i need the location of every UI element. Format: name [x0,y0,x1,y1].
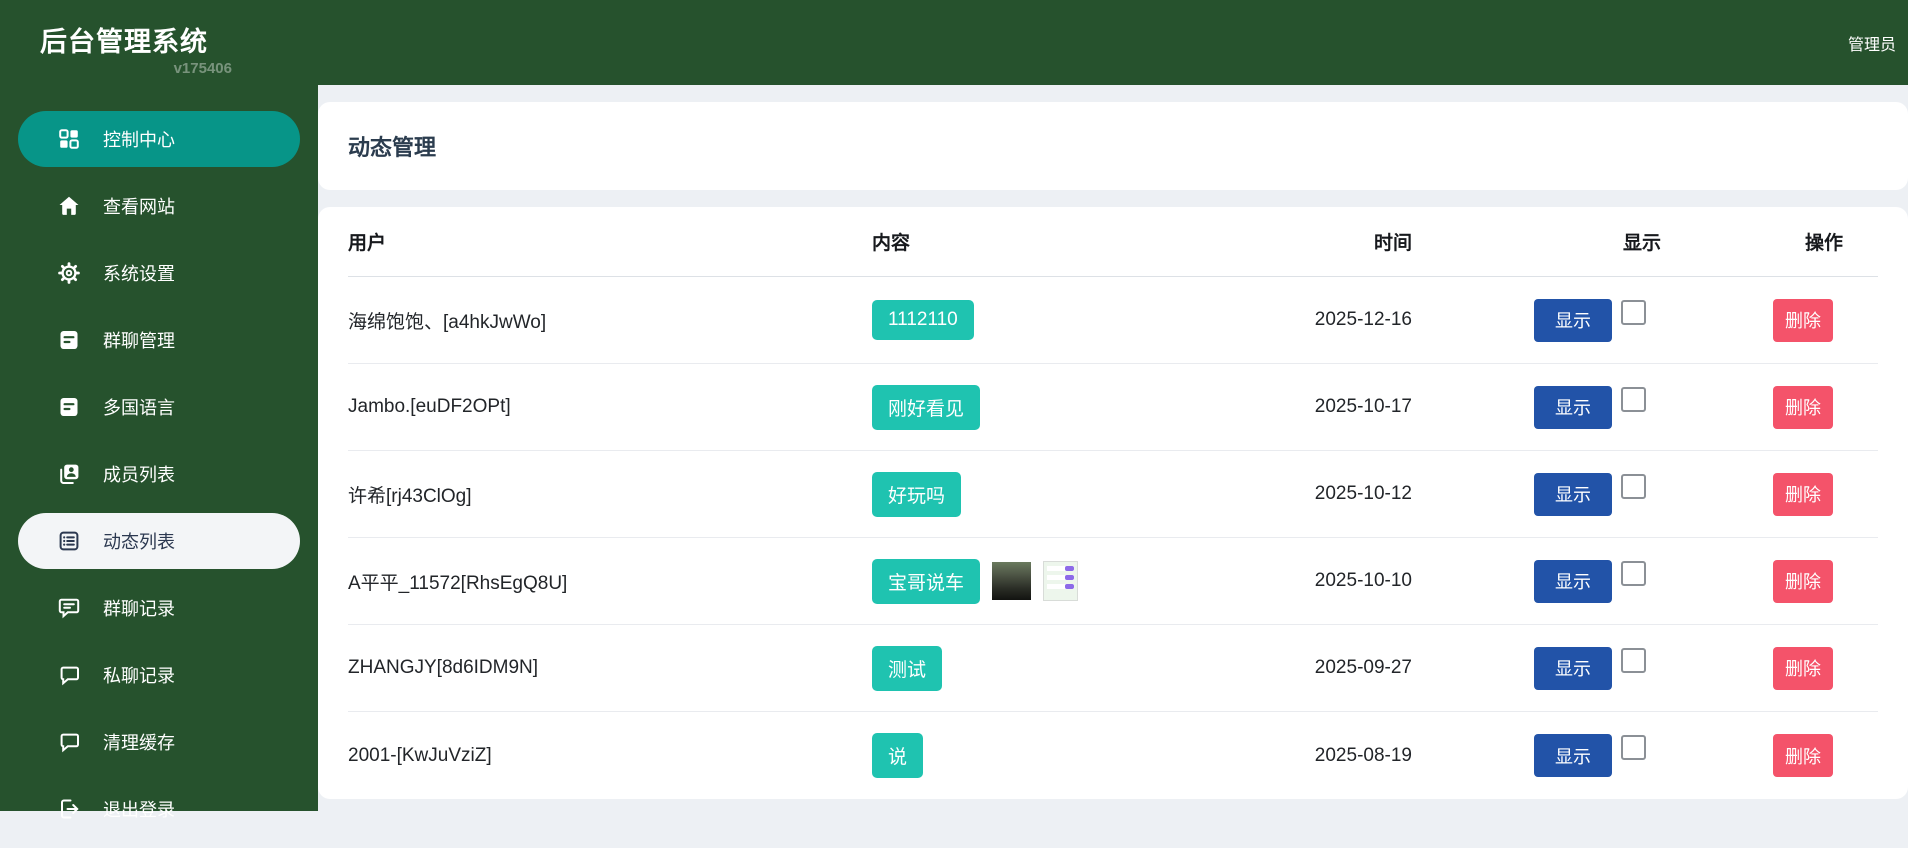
sidebar-nav: 控制中心 查看网站 系统设置 群聊管理 多国语言 成员列表 动态列表 群聊记录 … [0,111,318,848]
delete-button[interactable]: 删除 [1773,385,1833,429]
dashboard-icon [57,127,81,151]
show-checkbox[interactable] [1621,299,1646,325]
app-title: 后台管理系统 [40,27,208,57]
col-header-action: 操作 [1805,233,1844,254]
sidebar-item-feed-list[interactable]: 动态列表 [18,513,300,569]
show-button[interactable]: 显示 [1534,298,1612,342]
document-icon [57,395,81,419]
show-checkbox[interactable] [1621,560,1646,586]
table-body: 海绵饱饱、[a4hkJwWo] 1112110 2025-12-16 显示 删除… [348,277,1878,799]
delete-button[interactable]: 删除 [1773,646,1833,690]
sidebar-item-control-center[interactable]: 控制中心 [18,111,300,167]
user-name: 2001-[KwJuVziZ] [348,744,492,766]
col-header-user: 用户 [348,233,387,254]
sidebar-item-clear-cache[interactable]: 清理缓存 [18,714,300,770]
chat-bubble-icon [57,663,81,687]
content-badge: 好玩吗 [872,471,962,517]
sidebar: 后台管理系统 v175406 控制中心 查看网站 系统设置 群聊管理 多国语言 … [0,0,318,820]
table-row: Jambo.[euDF2OPt] 刚好看见 2025-10-17 显示 删除 [348,364,1878,451]
chat-bubble-icon [57,730,81,754]
logout-icon [57,797,81,821]
table-row: ZHANGJY[8d6IDM9N] 测试 2025-09-27 显示 删除 [348,625,1878,712]
table-header-row: 用户 内容 时间 显示 操作 [348,207,1878,277]
gear-icon [57,261,81,285]
show-checkbox[interactable] [1621,473,1646,499]
show-button[interactable]: 显示 [1534,646,1612,690]
col-header-time: 时间 [1373,233,1412,254]
user-name: 海绵饱饱、[a4hkJwWo] [348,311,547,333]
show-checkbox[interactable] [1621,386,1646,412]
content-badge: 说 [872,733,924,778]
delete-button[interactable]: 删除 [1773,472,1833,516]
user-name: Jambo.[euDF2OPt] [348,396,511,417]
photo-thumbnail[interactable] [992,562,1032,600]
post-date: 2025-10-12 [1314,483,1412,504]
main-content: 动态管理 用户 内容 时间 显示 操作 海绵饱饱、[a4hkJwWo] 1112… [318,85,1908,811]
delete-button[interactable]: 删除 [1773,298,1833,342]
sidebar-item-group-chat-records[interactable]: 群聊记录 [18,580,300,636]
sidebar-item-languages[interactable]: 多国语言 [18,379,300,435]
show-checkbox[interactable] [1621,647,1646,673]
sidebar-item-view-site[interactable]: 查看网站 [18,178,300,234]
document-icon [57,328,81,352]
show-button[interactable]: 显示 [1534,559,1612,603]
sidebar-item-private-chat-records[interactable]: 私聊记录 [18,647,300,703]
show-checkbox[interactable] [1621,735,1646,760]
post-date: 2025-08-19 [1314,744,1412,766]
table-row: 许希[rj43ClOg] 好玩吗 2025-10-12 显示 删除 [348,451,1878,538]
sidebar-item-group-chat-manage[interactable]: 群聊管理 [18,312,300,368]
chat-lines-icon [57,596,81,620]
user-name: A平平_11572[RhsEgQ8U] [348,572,568,594]
table-row: 2001-[KwJuVziZ] 说 2025-08-19 显示 删除 [348,712,1878,799]
content-badge: 刚好看见 [872,384,981,430]
delete-button[interactable]: 删除 [1773,734,1833,777]
app-logo: 后台管理系统 v175406 [0,0,232,77]
feed-table-card: 用户 内容 时间 显示 操作 海绵饱饱、[a4hkJwWo] 1112110 2… [318,207,1908,799]
delete-button[interactable]: 删除 [1773,559,1833,603]
page-header-card: 动态管理 [318,102,1908,190]
sidebar-item-system-settings[interactable]: 系统设置 [18,245,300,301]
content-badge: 1112110 [872,300,974,340]
post-date: 2025-10-10 [1314,570,1412,591]
user-name: 许希[rj43ClOg] [348,485,472,507]
home-icon [57,194,81,218]
show-button[interactable]: 显示 [1534,385,1612,429]
table-row: A平平_11572[RhsEgQ8U] 宝哥说车 2025-10-10 显示 删… [348,538,1878,625]
show-button[interactable]: 显示 [1534,734,1612,777]
col-header-show: 显示 [1623,233,1662,254]
member-card-icon [57,462,81,486]
screenshot-thumbnail[interactable] [1043,561,1079,601]
content-badge: 测试 [872,645,943,691]
user-name: ZHANGJY[8d6IDM9N] [348,657,539,678]
show-button[interactable]: 显示 [1534,472,1612,516]
col-header-content: 内容 [872,233,911,254]
sidebar-item-logout[interactable]: 退出登录 [18,781,300,837]
post-date: 2025-09-27 [1314,657,1412,678]
post-date: 2025-12-16 [1314,309,1412,330]
content-badge: 宝哥说车 [872,558,981,604]
page-title: 动态管理 [348,135,437,160]
post-date: 2025-10-17 [1314,396,1412,417]
table-row: 海绵饱饱、[a4hkJwWo] 1112110 2025-12-16 显示 删除 [348,277,1878,364]
app-version: v175406 [173,60,232,77]
list-icon [57,529,81,553]
admin-user-label[interactable]: 管理员 [1848,0,1896,85]
sidebar-item-member-list[interactable]: 成员列表 [18,446,300,502]
